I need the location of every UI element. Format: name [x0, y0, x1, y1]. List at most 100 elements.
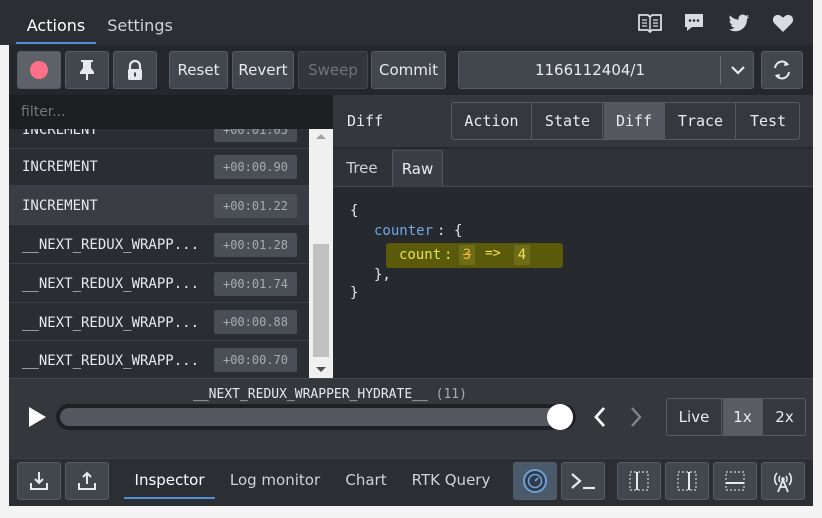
dock-left-button[interactable]: [617, 462, 661, 500]
reset-button[interactable]: Reset: [169, 51, 228, 89]
sweep-button[interactable]: Sweep: [298, 51, 368, 89]
action-time-badge: +00:01.22: [214, 194, 297, 218]
revert-button-label: Revert: [238, 61, 288, 79]
subtab-tree[interactable]: Tree: [337, 150, 387, 186]
tab-log-monitor[interactable]: Log monitor: [222, 462, 328, 498]
window-right-edge: [813, 0, 822, 518]
chevron-down-icon: [730, 64, 746, 76]
step-forward-button[interactable]: [626, 405, 646, 429]
list-item[interactable]: __NEXT_REDUX_WRAPP... +00:00.88: [9, 303, 309, 341]
action-time-badge: +00:00.70: [214, 348, 297, 372]
tab-action[interactable]: Action: [452, 103, 532, 139]
speed-2x[interactable]: 2x: [764, 399, 805, 435]
play-button[interactable]: [27, 406, 47, 428]
subtab-tree-label: Tree: [346, 159, 378, 177]
tab-chart-label: Chart: [345, 471, 387, 489]
sync-button[interactable]: [761, 51, 803, 89]
sync-icon: [772, 59, 792, 81]
commit-button[interactable]: Commit: [371, 51, 446, 89]
diff-key-counter: counter: [374, 223, 434, 239]
list-item[interactable]: __NEXT_REDUX_WRAPP... +00:00.70: [9, 341, 309, 378]
scroll-down-icon[interactable]: [316, 367, 326, 372]
speed-live[interactable]: Live: [667, 399, 722, 435]
book-icon[interactable]: [637, 12, 663, 34]
play-icon: [27, 406, 47, 428]
tab-state-label: State: [544, 112, 591, 130]
action-list: INCREMENT +00:01:05 INCREMENT +00:00.90 …: [9, 129, 309, 378]
instance-select-value: 1166112404/1: [534, 61, 646, 79]
pane-title: Diff: [347, 112, 384, 130]
tab-actions[interactable]: Actions: [16, 6, 96, 44]
speed-1x-label: 1x: [733, 408, 752, 426]
reset-button-label: Reset: [177, 61, 220, 79]
list-item-selected[interactable]: INCREMENT +00:01.22: [9, 186, 309, 225]
diff-new-value: 4: [514, 245, 530, 265]
action-name: INCREMENT: [22, 159, 98, 175]
action-name: __NEXT_REDUX_WRAPP...: [22, 353, 200, 369]
window-left-edge: [0, 45, 9, 518]
list-item[interactable]: INCREMENT +00:00.90: [9, 148, 309, 186]
filter-input[interactable]: [9, 95, 333, 129]
pin-button[interactable]: [65, 51, 109, 89]
window-bottom-edge: [0, 506, 822, 518]
action-name: INCREMENT: [22, 198, 98, 214]
heart-icon[interactable]: [772, 13, 794, 33]
subtab-raw-label: Raw: [401, 160, 434, 178]
list-item[interactable]: __NEXT_REDUX_WRAPP... +00:01.74: [9, 264, 309, 303]
tab-trace[interactable]: Trace: [666, 103, 736, 139]
speed-live-label: Live: [678, 408, 710, 426]
tab-settings-label: Settings: [107, 15, 173, 35]
pin-icon: [78, 59, 96, 81]
dock-right-button[interactable]: [665, 462, 709, 500]
instance-select[interactable]: 1166112404/1: [458, 51, 754, 89]
subtab-raw[interactable]: Raw: [392, 150, 443, 187]
import-icon: [29, 471, 49, 491]
chat-icon[interactable]: [683, 12, 705, 34]
diff-close-brace: }: [350, 285, 359, 301]
dock-bottom-button[interactable]: [713, 462, 757, 500]
dock-left-icon: [628, 470, 650, 492]
tab-test[interactable]: Test: [737, 103, 799, 139]
twitter-icon[interactable]: [728, 13, 750, 33]
record-button[interactable]: [17, 51, 61, 89]
list-item[interactable]: INCREMENT +00:01:05: [9, 129, 309, 149]
action-time-badge: +00:00.90: [214, 155, 297, 179]
lock-button[interactable]: [113, 51, 157, 89]
timer-icon: [522, 468, 548, 494]
remote-button[interactable]: [761, 462, 805, 500]
dock-bottom-icon: [724, 470, 746, 492]
diff-open-brace: {: [350, 203, 359, 219]
tab-state[interactable]: State: [533, 103, 603, 139]
tab-inspector[interactable]: Inspector: [124, 462, 215, 498]
console-button[interactable]: [561, 462, 605, 500]
step-back-button[interactable]: [590, 405, 610, 429]
tab-chart[interactable]: Chart: [336, 462, 396, 498]
slider-thumb[interactable]: [547, 404, 573, 430]
tab-settings[interactable]: Settings: [100, 6, 180, 44]
scrollbar-thumb[interactable]: [313, 244, 329, 357]
list-item[interactable]: __NEXT_REDUX_WRAPP... +00:01.28: [9, 225, 309, 264]
revert-button[interactable]: Revert: [232, 51, 294, 89]
tab-test-label: Test: [749, 112, 787, 130]
tab-actions-label: Actions: [26, 15, 86, 35]
lock-icon: [126, 59, 144, 81]
tab-trace-label: Trace: [677, 112, 724, 130]
import-button[interactable]: [17, 462, 61, 500]
tab-rtk-query[interactable]: RTK Query: [404, 462, 498, 498]
persist-button[interactable]: [513, 462, 557, 500]
scrollbar-track[interactable]: [309, 129, 333, 378]
scroll-up-icon[interactable]: [316, 134, 326, 139]
tab-rtk-query-label: RTK Query: [411, 471, 491, 489]
tab-diff-label: Diff: [615, 112, 653, 130]
diff-view: [333, 188, 813, 378]
diff-field-count: count: [399, 247, 442, 263]
action-time-badge: +00:01.74: [214, 272, 297, 296]
diff-old-value: 3: [459, 245, 475, 265]
commit-button-label: Commit: [379, 61, 438, 79]
diff-arrow: =>: [485, 246, 501, 261]
tab-inspector-underline: [124, 497, 215, 499]
export-button[interactable]: [65, 462, 109, 500]
chevron-left-icon: [590, 405, 610, 429]
tab-diff[interactable]: Diff: [604, 103, 665, 139]
speed-1x[interactable]: 1x: [723, 399, 763, 435]
